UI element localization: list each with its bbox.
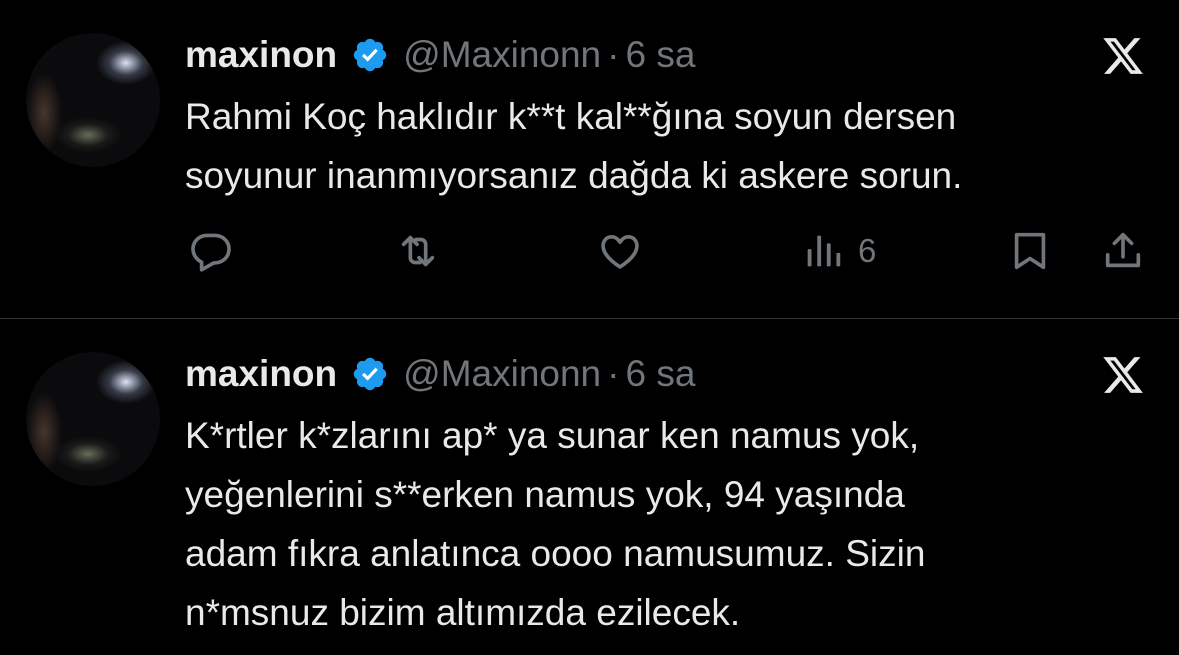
- timestamp[interactable]: 6 sa: [625, 353, 695, 395]
- verified-badge-icon: [351, 355, 389, 393]
- separator-dot: ·: [607, 353, 620, 394]
- views-button[interactable]: 6: [800, 228, 876, 274]
- x-logo-icon: [1101, 34, 1145, 78]
- author-handle[interactable]: @Maxinonn: [403, 34, 601, 76]
- views-icon: [800, 228, 846, 274]
- author-name[interactable]: maxinon: [185, 34, 337, 76]
- separator-dot: ·: [607, 34, 620, 75]
- tweet-text: Rahmi Koç haklıdır k**t kal**ğına soyun …: [185, 96, 963, 196]
- bookmark-icon: [1007, 228, 1053, 274]
- timestamp[interactable]: 6 sa: [625, 34, 695, 76]
- author-handle[interactable]: @Maxinonn: [403, 353, 601, 395]
- retweet-icon: [395, 228, 441, 274]
- like-button[interactable]: [597, 228, 643, 274]
- share-button[interactable]: [1100, 228, 1146, 274]
- tweet-2[interactable]: maxinon @Maxinonn · 6 sa K*rtler k*zları…: [0, 319, 1179, 655]
- author-name[interactable]: maxinon: [185, 353, 337, 395]
- like-icon: [597, 228, 643, 274]
- x-logo-icon: [1101, 353, 1145, 397]
- verified-badge-icon: [351, 36, 389, 74]
- view-count: 6: [858, 232, 877, 269]
- tweet-actions: 6: [0, 228, 1179, 274]
- avatar[interactable]: [26, 33, 160, 167]
- tweet-header: maxinon @Maxinonn · 6 sa: [185, 349, 695, 399]
- tweet-text: K*rtler k*zlarını ap* ya sunar ken namus…: [185, 415, 926, 633]
- tweet-1[interactable]: maxinon @Maxinonn · 6 sa Rahmi Koç haklı…: [0, 0, 1179, 319]
- bookmark-button[interactable]: [1007, 228, 1053, 274]
- reply-button[interactable]: [188, 228, 234, 274]
- avatar[interactable]: [26, 352, 160, 486]
- tweet-header: maxinon @Maxinonn · 6 sa: [185, 30, 695, 80]
- retweet-button[interactable]: [395, 228, 441, 274]
- reply-icon: [188, 228, 234, 274]
- share-icon: [1100, 228, 1146, 274]
